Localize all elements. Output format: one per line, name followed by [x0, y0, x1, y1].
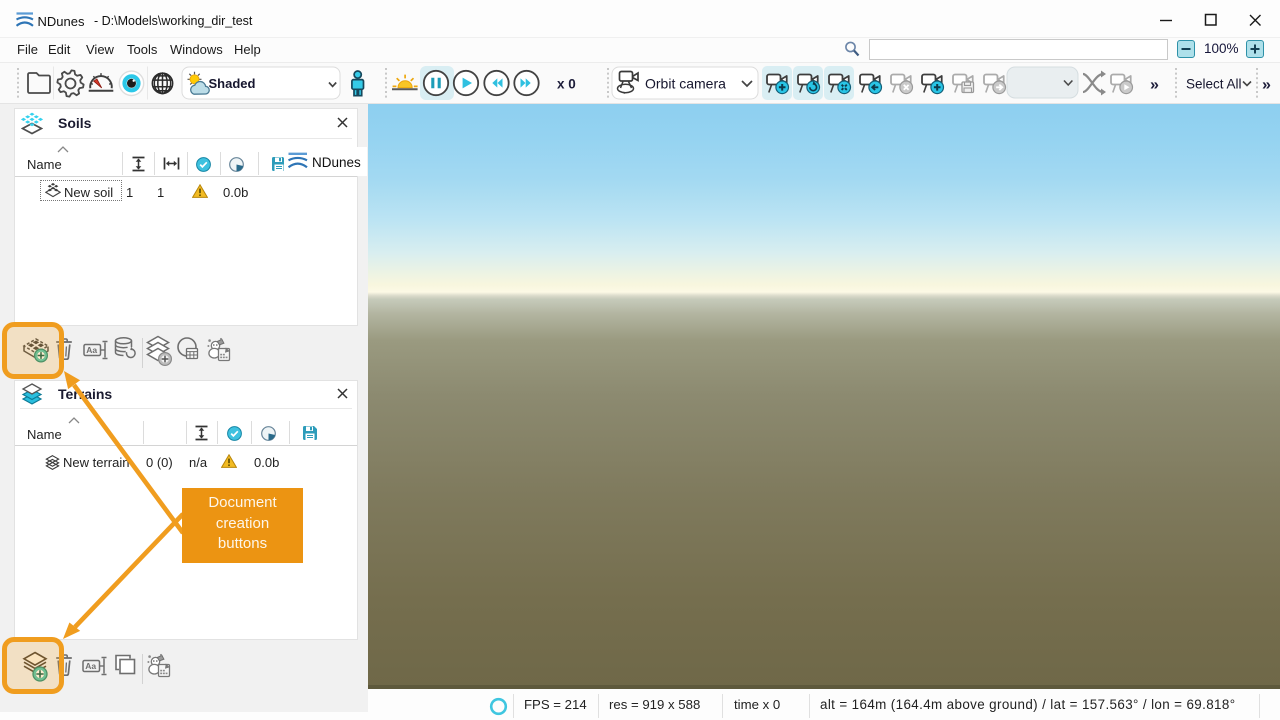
- svg-text:x 0: x 0: [557, 77, 576, 92]
- svg-text:Select All: Select All: [1186, 77, 1242, 92]
- svg-text:Orbit camera: Orbit camera: [645, 76, 726, 92]
- svg-text:»: »: [1262, 77, 1271, 94]
- svg-text:Shaded: Shaded: [209, 76, 256, 91]
- svg-text:»: »: [1150, 77, 1159, 94]
